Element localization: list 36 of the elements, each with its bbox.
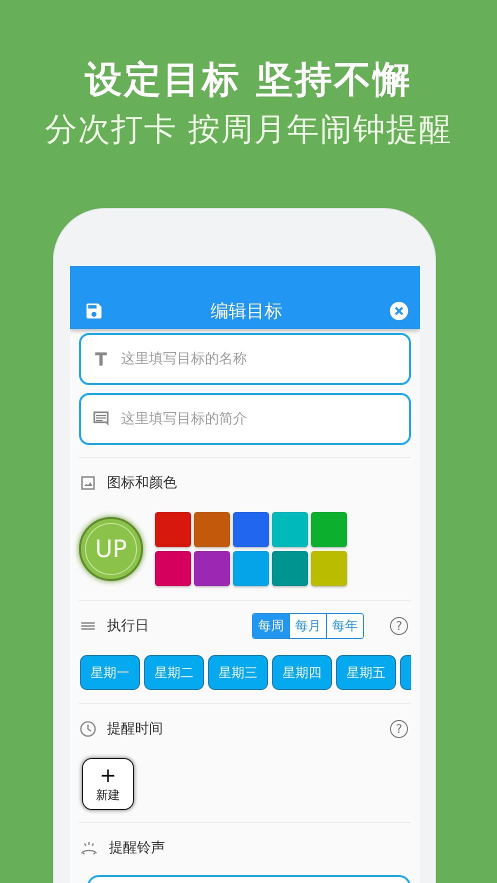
frequency-tab[interactable]: 每月 — [289, 614, 326, 638]
section-label: 提醒铃声 — [109, 839, 166, 857]
help-icon[interactable]: ? — [390, 720, 408, 738]
subheadline: 分次打卡 按周月年闹钟提醒 — [44, 109, 452, 150]
section-label: 提醒时间 — [107, 720, 164, 738]
text-field[interactable]: 这里填写目标的名称 — [79, 333, 411, 385]
color-swatch[interactable] — [272, 512, 308, 547]
goal-icon[interactable]: UP — [79, 517, 143, 581]
color-swatch[interactable] — [311, 512, 347, 547]
color-swatch[interactable] — [311, 551, 347, 586]
section-label: 执行日 — [107, 617, 150, 635]
screen-title: 编辑目标 — [210, 300, 282, 322]
save-icon[interactable] — [84, 300, 104, 320]
color-swatch[interactable] — [194, 512, 230, 547]
color-swatch[interactable] — [272, 551, 308, 586]
color-swatch[interactable] — [194, 551, 230, 586]
text-field[interactable]: 这里填写目标的简介 — [79, 393, 411, 445]
section-label: 图标和颜色 — [107, 474, 178, 492]
new-reminder-button[interactable]: + 新建 — [82, 758, 134, 810]
help-icon[interactable]: ? — [390, 617, 408, 635]
image-icon — [79, 474, 97, 492]
clock-icon — [79, 720, 97, 738]
color-swatch[interactable] — [155, 551, 191, 586]
headline: 设定目标 坚持不懈 — [85, 57, 412, 103]
frequency-tab[interactable]: 每年 — [326, 614, 363, 638]
weekday-button[interactable]: 星期四 — [272, 655, 332, 690]
color-swatch[interactable] — [233, 551, 269, 586]
frequency-tab[interactable]: 每周 — [253, 614, 289, 638]
weekday-button[interactable]: 星期一 — [80, 655, 140, 690]
close-icon[interactable] — [389, 300, 409, 320]
color-swatch[interactable] — [233, 512, 269, 547]
ringing-phone-icon — [79, 839, 99, 857]
weekday-button[interactable]: 星期三 — [208, 655, 268, 690]
weekday-button[interactable]: 星期五 — [336, 655, 396, 690]
color-swatch[interactable] — [155, 512, 191, 547]
weekday-button[interactable]: 星期二 — [144, 655, 204, 690]
